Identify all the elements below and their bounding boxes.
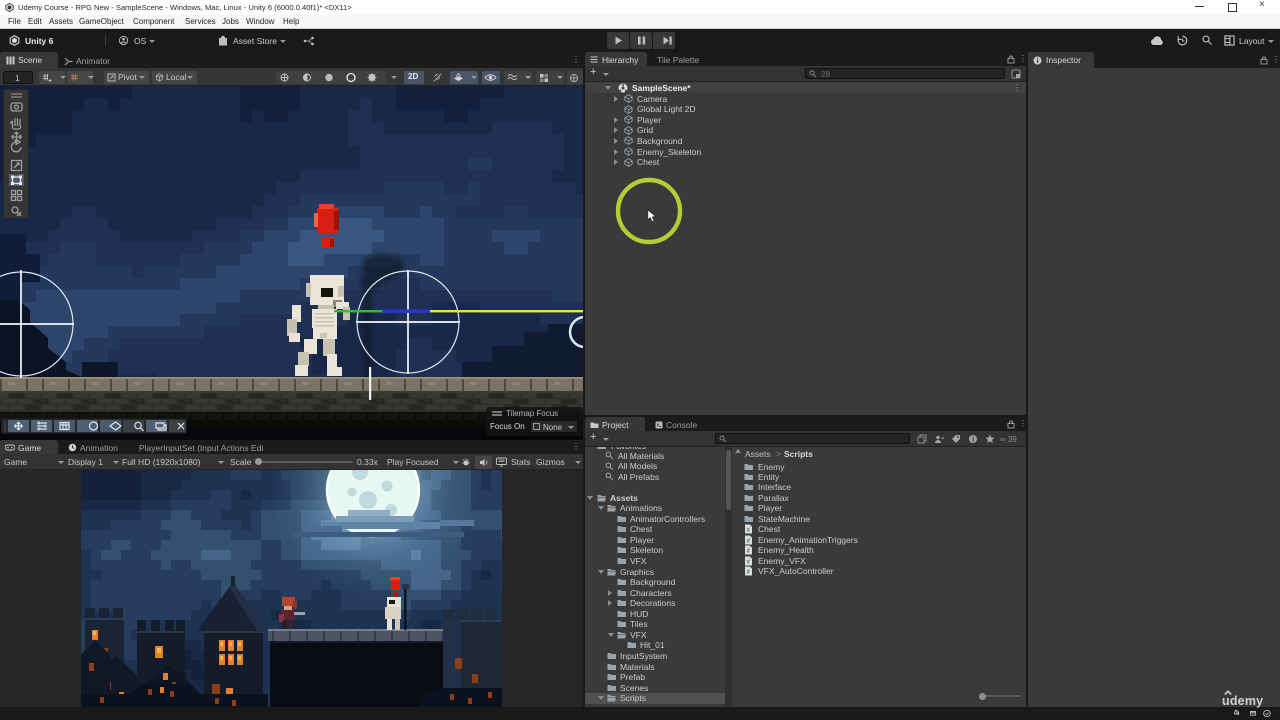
svg-text:#: # bbox=[747, 559, 750, 565]
svg-text:#: # bbox=[747, 538, 750, 544]
svg-text:#: # bbox=[747, 570, 750, 576]
svg-text:#: # bbox=[747, 528, 750, 534]
svg-text:#: # bbox=[747, 549, 750, 555]
